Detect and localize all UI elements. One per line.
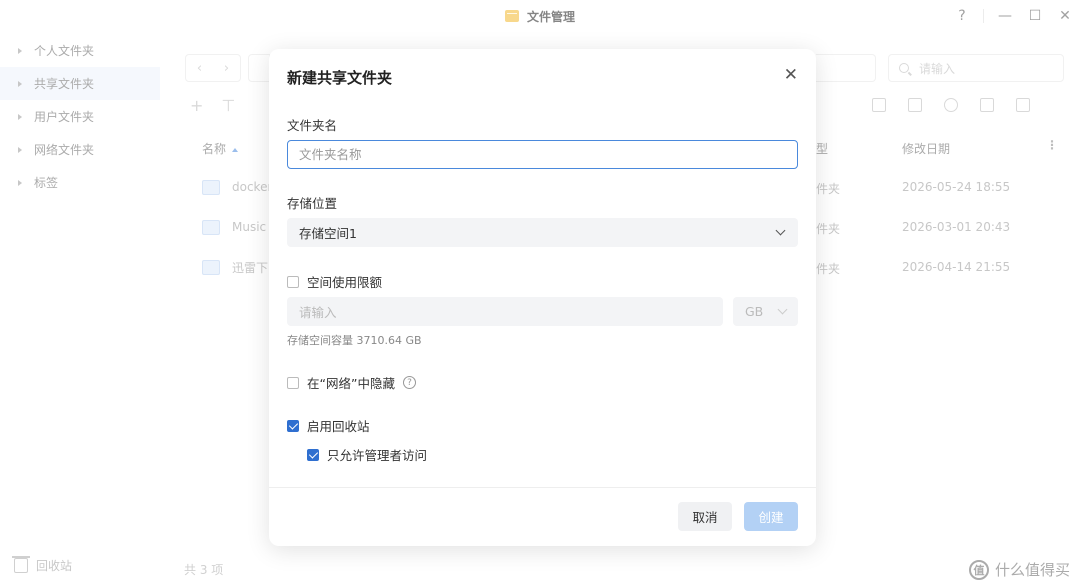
enable-recycle-label: 启用回收站 (307, 419, 370, 434)
storage-capacity-hint: 存储空间容量 3710.64 GB (287, 334, 422, 347)
close-icon[interactable]: ✕ (784, 65, 798, 85)
dialog-title: 新建共享文件夹 (287, 69, 393, 87)
quota-unit-value: GB (745, 304, 764, 319)
create-button[interactable]: 创建 (744, 502, 798, 531)
hide-network-row[interactable]: 在“网络”中隐藏 ? (287, 373, 416, 392)
quota-checkbox[interactable] (287, 275, 299, 288)
admin-only-checkbox[interactable] (307, 448, 319, 461)
hide-network-label: 在“网络”中隐藏 (307, 376, 395, 391)
enable-recycle-row[interactable]: 启用回收站 (287, 416, 370, 435)
quota-label: 空间使用限额 (307, 275, 383, 290)
cancel-button[interactable]: 取消 (678, 502, 732, 531)
chevron-down-icon (775, 225, 786, 236)
hide-network-checkbox[interactable] (287, 376, 299, 389)
admin-only-label: 只允许管理者访问 (327, 448, 428, 463)
storage-location-value: 存储空间1 (299, 226, 357, 241)
quota-input: 请输入 (287, 297, 723, 326)
admin-only-row[interactable]: 只允许管理者访问 (307, 445, 427, 464)
new-shared-folder-dialog: 新建共享文件夹 ✕ 文件夹名 存储位置 存储空间1 空间使用限额 请输入 GB … (269, 49, 816, 546)
chevron-down-icon (777, 304, 788, 315)
help-circle-icon[interactable]: ? (402, 376, 416, 389)
footer-divider (269, 487, 816, 488)
folder-name-input[interactable] (287, 140, 798, 169)
storage-location-select[interactable]: 存储空间1 (287, 218, 798, 247)
storage-location-label: 存储位置 (287, 196, 338, 211)
enable-recycle-checkbox[interactable] (287, 419, 299, 432)
quota-checkbox-row[interactable]: 空间使用限额 (287, 272, 382, 291)
quota-unit-select: GB (733, 297, 798, 326)
quota-placeholder: 请输入 (299, 305, 337, 320)
folder-name-label: 文件夹名 (287, 118, 338, 133)
